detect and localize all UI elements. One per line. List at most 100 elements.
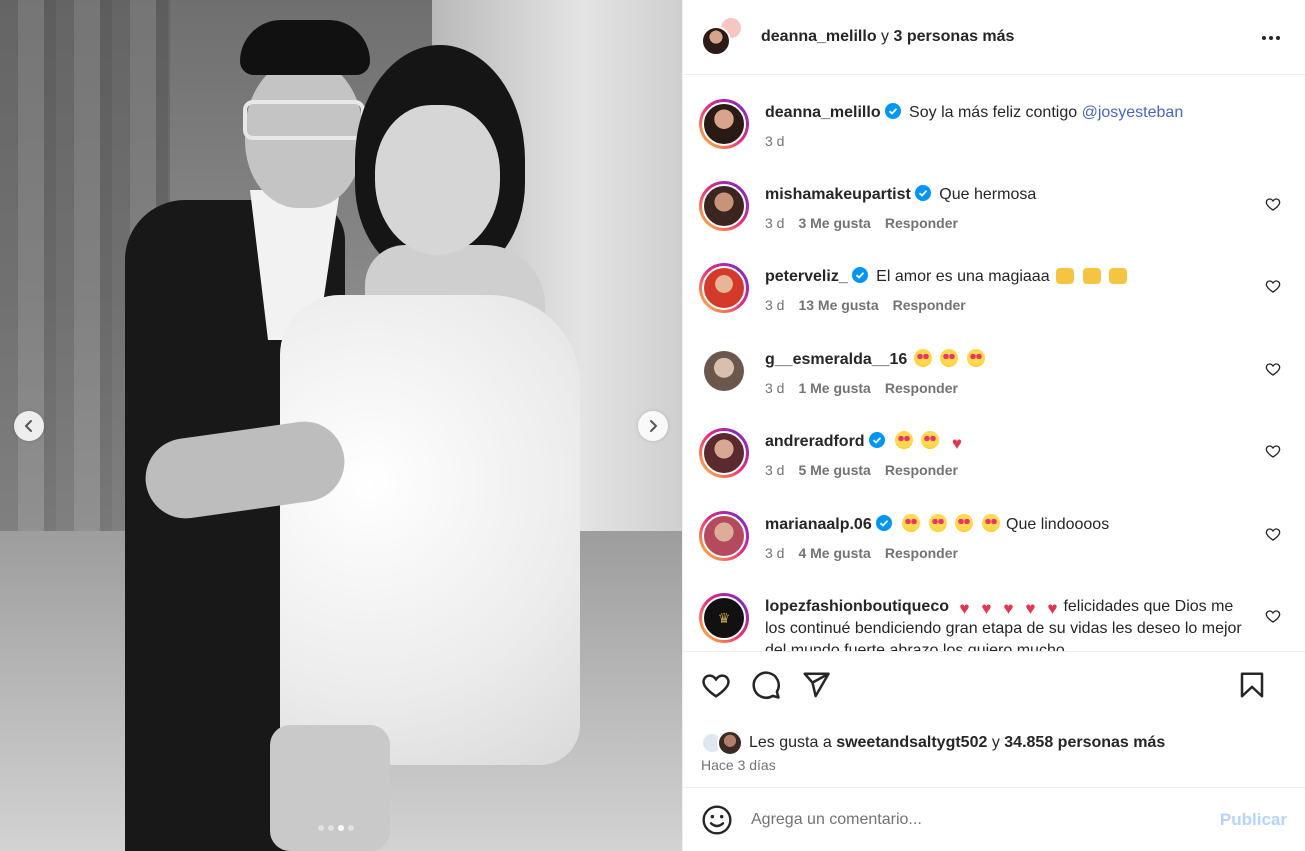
heart-icon[interactable] — [1265, 443, 1281, 459]
carousel-dot — [348, 825, 354, 831]
comment-likes[interactable]: 4 Me gusta — [798, 545, 870, 561]
pink-heart-emoji: ♥ — [1003, 599, 1014, 618]
carousel-indicator — [318, 825, 354, 831]
avatar[interactable] — [699, 346, 749, 396]
reply-button[interactable]: Responder — [885, 545, 958, 561]
post-actions — [683, 651, 1305, 717]
heart-eyes-emoji — [928, 514, 947, 532]
heart-eyes-emoji — [902, 514, 921, 532]
more-icon[interactable] — [1259, 26, 1283, 50]
raising-hands-emoji — [1108, 268, 1127, 284]
heart-eyes-emoji — [921, 431, 940, 449]
comments-list[interactable]: deanna_melillo Soy la más feliz contigo … — [683, 75, 1305, 651]
other-authors-link[interactable]: 3 personas más — [894, 28, 1015, 45]
comment-likes[interactable]: 3 Me gusta — [798, 215, 870, 231]
carousel-dot-active — [338, 825, 344, 831]
comment-text: El amor es una magiaaa — [876, 268, 1050, 285]
post-photo[interactable] — [0, 0, 682, 851]
reply-button[interactable]: Responder — [885, 380, 958, 396]
heart-icon[interactable] — [1265, 526, 1281, 542]
avatar[interactable] — [699, 99, 749, 149]
comment-time[interactable]: 3 d — [765, 297, 784, 313]
avatar — [717, 730, 743, 756]
bookmark-icon[interactable] — [1237, 670, 1267, 700]
comment-likes[interactable]: 5 Me gusta — [798, 462, 870, 478]
raising-hands-emoji — [1082, 268, 1101, 284]
avatar[interactable]: ♛ — [699, 593, 749, 643]
avatar[interactable] — [699, 511, 749, 561]
heart-eyes-emoji — [981, 514, 1000, 532]
reply-button[interactable]: Responder — [885, 215, 958, 231]
heart-eyes-emoji — [940, 349, 959, 367]
heart-icon[interactable] — [1265, 196, 1281, 212]
comment-username[interactable]: deanna_melillo — [765, 104, 881, 121]
heart-icon[interactable] — [1265, 608, 1281, 624]
comment-username[interactable]: marianaalp.06 — [765, 516, 872, 533]
verified-icon — [868, 432, 885, 448]
comment-time[interactable]: 3 d — [765, 462, 784, 478]
likes-joiner: y — [991, 734, 1000, 751]
comment-time[interactable]: 3 d — [765, 215, 784, 231]
avatar[interactable] — [699, 263, 749, 313]
post-dialog: deanna_melillo y 3 personas más deanna_m… — [0, 0, 1305, 851]
comment-username[interactable]: mishamakeupartist — [765, 186, 911, 203]
pink-heart-emoji: ♥ — [1025, 599, 1036, 618]
carousel-dot — [328, 825, 334, 831]
comment-time[interactable]: 3 d — [765, 380, 784, 396]
author-username[interactable]: deanna_melillo — [761, 28, 877, 45]
post-authors: deanna_melillo y 3 personas más — [761, 28, 1014, 46]
reply-button[interactable]: Responder — [893, 297, 966, 313]
comment-likes[interactable]: 13 Me gusta — [798, 297, 878, 313]
comment-item: g__esmeralda__16 3 d 1 Me gusta Responde… — [699, 346, 1291, 428]
avatar — [701, 26, 731, 56]
comment-icon[interactable] — [751, 670, 781, 700]
likes-prefix: Les gusta a — [749, 734, 832, 751]
liker-avatars — [701, 730, 749, 756]
comment-input[interactable] — [751, 810, 1220, 829]
mention-link[interactable]: @josyesteban — [1082, 104, 1184, 121]
comment-item: mishamakeupartist Que hermosa 3 d 3 Me g… — [699, 181, 1291, 263]
post-time[interactable]: Hace 3 días — [683, 757, 1305, 787]
comment-username[interactable]: g__esmeralda__16 — [765, 351, 907, 368]
emoji-icon[interactable] — [701, 804, 733, 836]
chevron-right-icon — [650, 420, 657, 432]
comment-time[interactable]: 3 d — [765, 545, 784, 561]
heart-eyes-emoji — [913, 349, 932, 367]
avatar[interactable] — [699, 428, 749, 478]
share-icon[interactable] — [801, 670, 831, 700]
comment-item: marianaalp.06 Que lindoooos 3 d 4 Me gus… — [699, 511, 1291, 593]
comment-item: andreradford ♥ 3 d 5 Me gusta Responder — [699, 428, 1291, 511]
comment-username[interactable]: andreradford — [765, 433, 865, 450]
heart-icon[interactable] — [701, 670, 731, 700]
comment-time[interactable]: 3 d — [765, 133, 784, 149]
comment-username[interactable]: peterveliz_ — [765, 268, 848, 285]
publish-button[interactable]: Publicar — [1220, 810, 1287, 830]
verified-icon — [875, 515, 892, 531]
carousel-next-button[interactable] — [638, 411, 668, 441]
pink-heart-emoji: ♥ — [981, 599, 992, 618]
carousel-prev-button[interactable] — [14, 411, 44, 441]
heart-icon[interactable] — [1265, 361, 1281, 377]
heart-eyes-emoji — [966, 349, 985, 367]
authors-joiner: y — [881, 28, 890, 45]
verified-icon — [914, 185, 931, 201]
verified-icon — [851, 267, 868, 283]
pink-heart-emoji: ♥ — [1047, 599, 1058, 618]
raising-hands-emoji — [1056, 268, 1075, 284]
avatar[interactable] — [699, 181, 749, 231]
caption-text: Soy la más feliz contigo — [909, 104, 1078, 121]
collab-avatars[interactable] — [701, 16, 747, 58]
reply-button[interactable]: Responder — [885, 462, 958, 478]
liker-username[interactable]: sweetandsaltygt502 — [836, 734, 987, 752]
comment-username[interactable]: lopezfashionboutiqueco — [765, 598, 949, 615]
post-side-panel: deanna_melillo y 3 personas más deanna_m… — [682, 0, 1305, 851]
pink-heart-emoji: ♥ — [959, 599, 970, 618]
heart-eyes-emoji — [895, 431, 914, 449]
heart-eyes-emoji — [955, 514, 974, 532]
likes-count[interactable]: 34.858 personas más — [1004, 734, 1165, 752]
red-heart-emoji: ♥ — [951, 434, 962, 453]
heart-icon[interactable] — [1265, 278, 1281, 294]
chevron-left-icon — [25, 420, 32, 432]
carousel-dot — [318, 825, 324, 831]
comment-likes[interactable]: 1 Me gusta — [798, 380, 870, 396]
